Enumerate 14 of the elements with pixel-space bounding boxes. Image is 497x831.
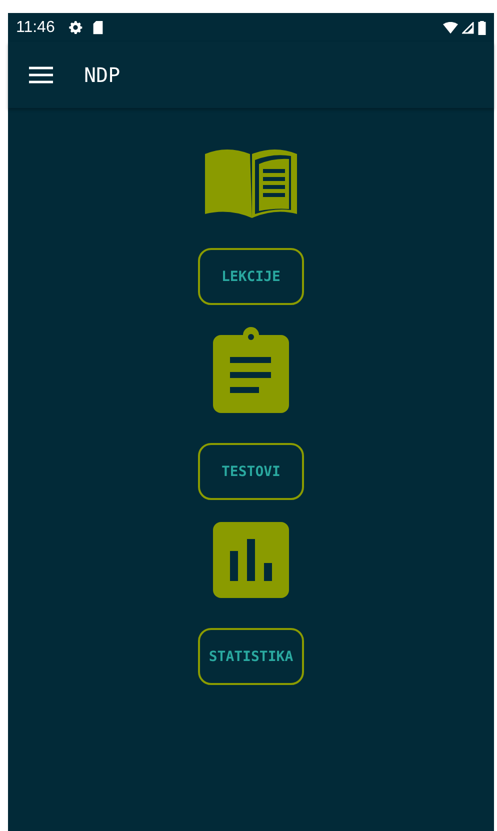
menu-button[interactable]: TESTOVI	[198, 443, 304, 500]
book-icon	[205, 148, 297, 218]
status-time: 11:46	[16, 18, 55, 36]
clipboard-icon	[213, 327, 289, 413]
wifi-icon	[443, 22, 458, 34]
battery-icon	[478, 20, 486, 35]
sd-card-icon	[92, 20, 104, 35]
signal-icon	[462, 22, 474, 34]
menu-button[interactable]: LEKCIJE	[198, 248, 304, 305]
menu-icon[interactable]	[29, 66, 53, 84]
bar-chart-icon	[213, 522, 289, 598]
app-title: NDP	[84, 63, 120, 87]
menu-button[interactable]: STATISTIKA	[198, 628, 304, 685]
gear-icon	[68, 20, 83, 35]
